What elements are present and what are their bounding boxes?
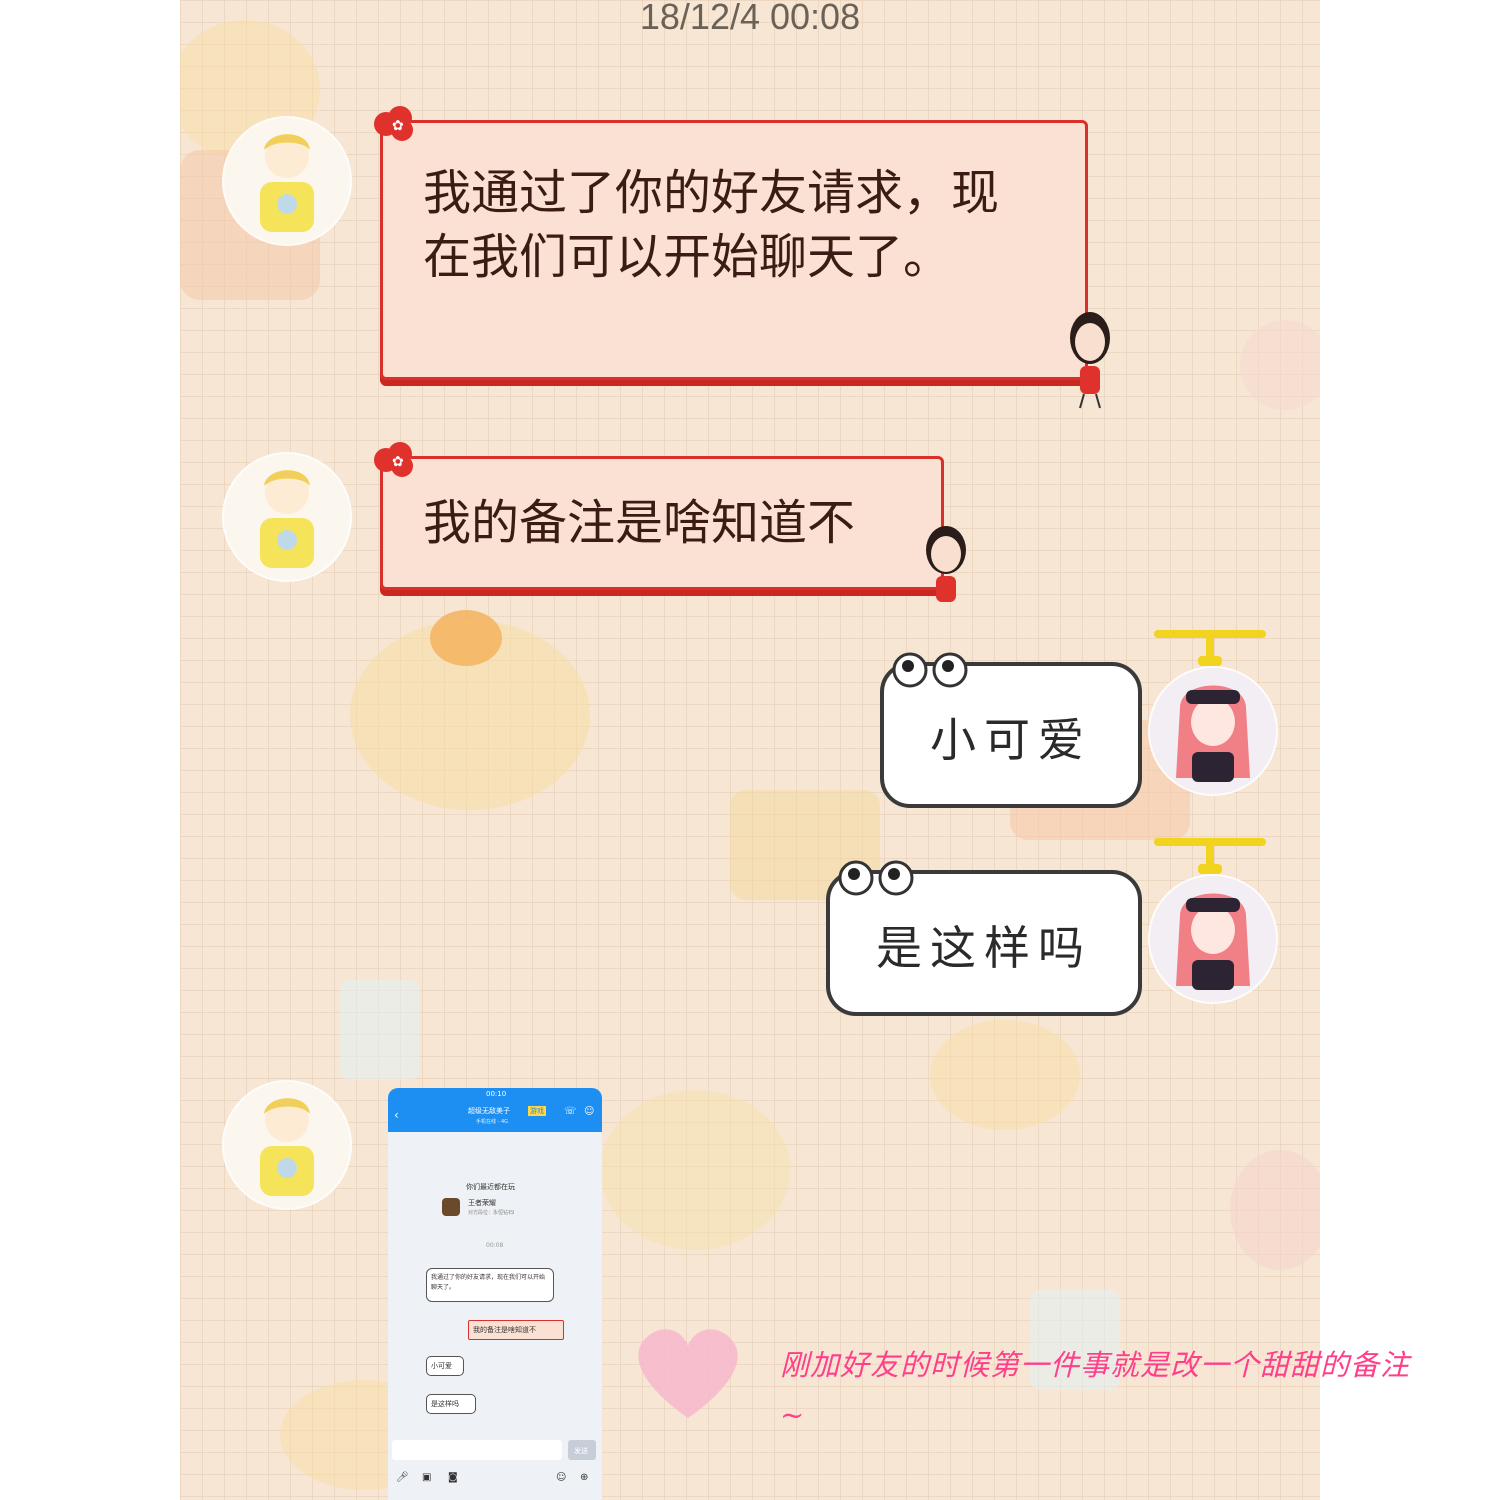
male-avatar-icon[interactable] (224, 1082, 350, 1208)
popcorn-decoration (600, 1090, 790, 1250)
phone-call-icon[interactable]: ☏ (564, 1106, 577, 1117)
eyes-icon (892, 652, 968, 688)
egg-yolk-decoration (430, 610, 502, 666)
flower-icon: ✿ (374, 442, 413, 477)
male-avatar-icon[interactable] (224, 454, 350, 580)
game-icon (442, 1198, 460, 1216)
svg-text:✿: ✿ (392, 454, 404, 470)
mini-toolbar: 🎤︎ ▣ ◙ ☺ ⊕ (388, 1468, 602, 1490)
propeller-icon (1154, 630, 1266, 666)
girl-sticker-icon (1070, 312, 1110, 409)
female-avatar-icon[interactable] (1150, 668, 1276, 794)
emoji-icon[interactable]: ☺ (556, 1472, 566, 1483)
message-bubble[interactable]: 我的备注是啥知道不 (380, 456, 944, 590)
mini-input-bar[interactable] (392, 1440, 562, 1460)
phone-header: 00:10 ‹ 超级无敌美子 游戏 手机在线 - 4G ☏ ☺ (388, 1088, 602, 1132)
message-bubble[interactable]: 我通过了你的好友请求，现在我们可以开始聊天了。 (380, 120, 1088, 380)
message-text: 我的备注是啥知道不 (423, 495, 856, 551)
screenshot-image-message[interactable]: 00:10 ‹ 超级无敌美子 游戏 手机在线 - 4G ☏ ☺ 你们最近都在玩 … (388, 1088, 602, 1500)
eyes-icon (838, 860, 914, 896)
phone-status-time: 00:10 (486, 1090, 507, 1098)
mini-bubble: 小可爱 (426, 1356, 464, 1376)
contact-tag: 游戏 (528, 1106, 546, 1116)
girl-sticker-icon (926, 526, 966, 602)
message-time: 00:08 (486, 1242, 504, 1249)
mic-icon[interactable]: 🎤︎ (396, 1472, 409, 1483)
mini-bubble-text: 我通过了你的好友请求，现在我们可以开始聊天了。 (431, 1274, 546, 1291)
plus-icon[interactable]: ⊕ (580, 1472, 588, 1483)
mini-bubble: 是这样吗 (426, 1394, 476, 1414)
milk-carton-decoration (340, 980, 420, 1080)
mini-bubble-text: 是这样吗 (431, 1400, 459, 1408)
flower-icon: ✿ (374, 106, 413, 141)
fried-egg-decoration (930, 1020, 1080, 1130)
camera-icon[interactable]: ◙ (448, 1472, 458, 1483)
male-avatar-icon[interactable] (224, 118, 350, 244)
chat-screen: 18/12/4 00:08 我通过了你的好友请求，现在我们可以开始聊天了。 ✿ (180, 0, 1320, 1500)
message-text: 是这样吗 (876, 921, 1092, 975)
cupcake-decoration (1230, 1150, 1320, 1270)
mini-bubble: 我通过了你的好友请求，现在我们可以开始聊天了。 (426, 1268, 554, 1302)
cupcake-decoration (1240, 320, 1320, 410)
svg-text:✿: ✿ (392, 118, 404, 134)
back-icon[interactable]: ‹ (394, 1108, 399, 1122)
message-text: 我通过了你的好友请求，现在我们可以开始聊天了。 (423, 165, 1000, 285)
game-name: 王者荣耀 (468, 1199, 496, 1207)
mini-bubble-text: 小可爱 (431, 1362, 452, 1370)
section-title: 你们最近都在玩 (466, 1183, 515, 1191)
mini-bubble-red: 我的备注是啥知道不 (468, 1320, 564, 1340)
contact-name: 超级无敌美子 (468, 1107, 510, 1115)
heart-icon (638, 1329, 738, 1418)
propeller-icon (1154, 838, 1266, 874)
chat-timestamp: 18/12/4 00:08 (639, 0, 861, 37)
female-avatar-icon[interactable] (1150, 876, 1276, 1002)
mini-bubble-text: 我的备注是啥知道不 (473, 1326, 536, 1334)
image-icon[interactable]: ▣ (422, 1472, 431, 1483)
caption-text: 刚加好友的时候第一件事就是改一个甜甜的备注~ (780, 1348, 1411, 1432)
profile-icon[interactable]: ☺ (584, 1106, 594, 1117)
game-card[interactable]: 王者荣耀 对方段位：永恒钻石I (442, 1196, 552, 1220)
mini-send-button[interactable]: 发送 (568, 1440, 596, 1460)
sub-status: 手机在线 - 4G (476, 1119, 509, 1125)
send-label: 发送 (574, 1447, 588, 1455)
game-desc: 对方段位：永恒钻石I (468, 1210, 515, 1216)
message-text: 小可爱 (930, 713, 1092, 767)
